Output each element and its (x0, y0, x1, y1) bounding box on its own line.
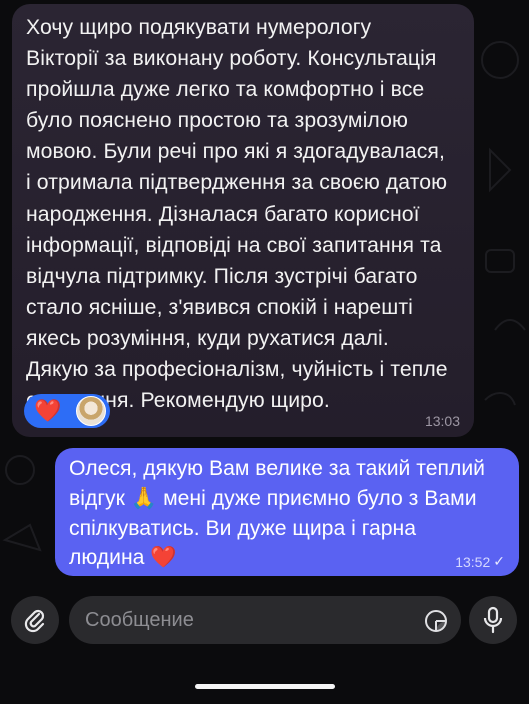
incoming-message-bubble[interactable]: Хочу щиро подякувати нумерологу Вікторії… (12, 4, 474, 437)
sticker-icon (425, 610, 447, 632)
reactor-avatar (76, 396, 106, 426)
home-indicator (195, 684, 335, 689)
message-input[interactable]: Сообщение (69, 596, 461, 644)
outgoing-message-text: Олеся, дякую Вам велике за такий теплий … (69, 457, 486, 570)
outgoing-message-meta: 13:52 ✓ (455, 553, 505, 570)
sent-check-icon: ✓ (493, 553, 505, 569)
outgoing-message-bubble[interactable]: Олеся, дякую Вам велике за такий теплий … (55, 448, 519, 576)
sticker-button[interactable] (423, 608, 449, 634)
microphone-button[interactable] (469, 596, 517, 644)
incoming-message-text: Хочу щиро подякувати нумерологу Вікторії… (26, 16, 448, 413)
incoming-message-time: 13:03 (424, 413, 460, 429)
paperclip-icon (24, 609, 45, 633)
composer-bar: Сообщение (0, 588, 529, 699)
microphone-icon (483, 606, 503, 634)
message-input-placeholder: Сообщение (85, 608, 194, 631)
heart-reaction: ❤️ (34, 398, 62, 423)
reaction-pill[interactable]: ❤️ (24, 394, 110, 428)
attach-button[interactable] (11, 596, 59, 644)
outgoing-message-time: 13:52 (455, 553, 491, 570)
